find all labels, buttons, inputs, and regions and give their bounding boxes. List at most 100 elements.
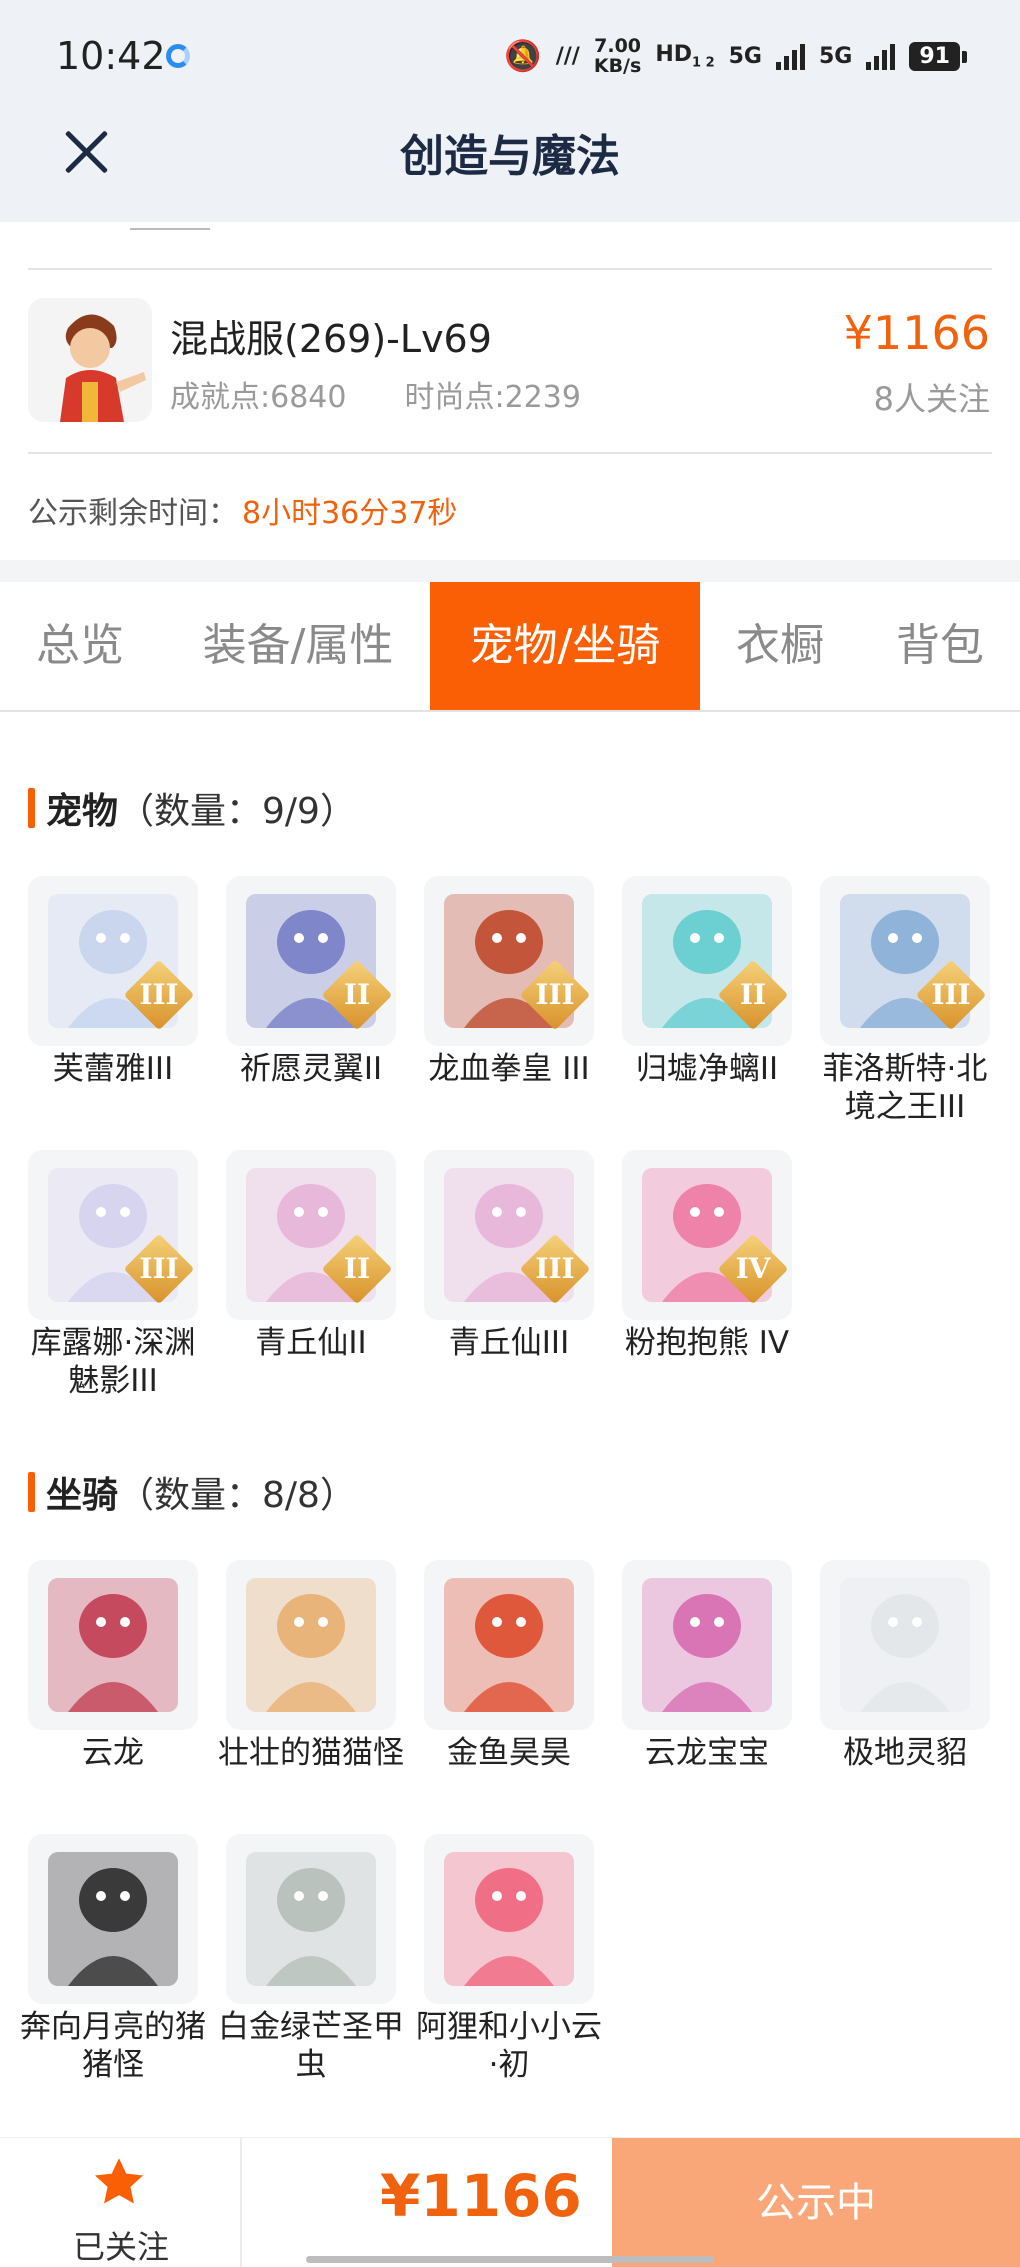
pet-name: 归墟净螭II	[635, 1051, 779, 1087]
mount-item[interactable]: 云龙宝宝	[622, 1560, 792, 1772]
pet-name: 芙蕾雅III	[52, 1051, 174, 1087]
pet-name: 青丘仙II	[255, 1325, 367, 1361]
signal-1: 5G	[729, 44, 762, 69]
mute-bell-icon: 🔕	[504, 38, 542, 74]
pet-item[interactable]: III 菲洛斯特·北境之王III	[820, 876, 990, 1126]
pet-thumbnail: II	[226, 876, 396, 1046]
mount-item[interactable]: 奔向月亮的猪猪怪	[20, 1834, 206, 2084]
status-button[interactable]: 公示中	[612, 2138, 1020, 2267]
mount-item[interactable]: 壮壮的猫猫怪	[218, 1560, 404, 1772]
countdown-label: 公示剩余时间：	[28, 496, 238, 531]
pet-thumbnail: III	[28, 876, 198, 1046]
battery-icon: 91	[909, 41, 967, 71]
net-speed: 7.00 KB/s	[594, 36, 641, 76]
mount-item[interactable]: 云龙	[28, 1560, 198, 1772]
tab-wardrobe[interactable]: 衣橱	[714, 582, 846, 710]
mount-item[interactable]: 极地灵貂	[820, 1560, 990, 1772]
mount-thumbnail	[28, 1560, 198, 1730]
pet-thumbnail: III	[28, 1150, 198, 1320]
pet-item[interactable]: IV 粉抱抱熊 IV	[622, 1150, 792, 1362]
achievement-points: 成就点:6840	[170, 380, 347, 415]
pet-item[interactable]: II 归墟净螭II	[622, 876, 792, 1088]
page-title: 创造与魔法	[400, 131, 620, 182]
countdown-value: 8小时36分37秒	[242, 496, 458, 531]
mounts-section-title: 坐骑（数量：8/8）	[28, 1466, 356, 1518]
sync-icon	[166, 44, 190, 68]
mount-thumbnail	[622, 1560, 792, 1730]
mount-name: 极地灵貂	[843, 1735, 967, 1771]
followers-count: 8人关注	[873, 380, 990, 418]
rank-label: III	[535, 1252, 575, 1285]
mount-item[interactable]: 金鱼昊昊	[424, 1560, 594, 1772]
hd-label: HD	[655, 41, 692, 67]
pet-thumbnail: III	[424, 1150, 594, 1320]
mount-item[interactable]: 白金绿芒圣甲虫	[218, 1834, 404, 2084]
status-bar: 10:42 🔕 /// 7.00 KB/s HD1 2 5G 5G 91	[0, 0, 1020, 110]
rank-label: II	[343, 978, 371, 1011]
rank-label: III	[139, 1252, 179, 1285]
pets-section-title: 宠物（数量：9/9）	[28, 782, 356, 834]
follow-button[interactable]: 已关注	[0, 2138, 242, 2267]
pet-name: 祈愿灵翼II	[239, 1051, 383, 1087]
mount-thumbnail	[226, 1560, 396, 1730]
rank-label: II	[343, 1252, 371, 1285]
signal-bars-icon	[866, 42, 896, 70]
pets-title: 宠物	[46, 791, 119, 832]
nav-bar: 创造与魔法	[0, 110, 1020, 222]
tab-overview[interactable]: 总览	[0, 582, 160, 710]
mount-thumbnail	[424, 1834, 594, 2004]
pet-thumbnail: III	[820, 876, 990, 1046]
scroll-edge	[130, 222, 210, 230]
pet-name: 库露娜·深渊魅影III	[30, 1325, 196, 1399]
mount-name: 白金绿芒圣甲虫	[218, 2009, 404, 2083]
mounts-title: 坐骑	[46, 1475, 119, 1516]
follow-label: 已关注	[72, 2228, 169, 2266]
nfc-icon: ///	[555, 43, 580, 69]
bottom-bar: 已关注 ¥1166 公示中	[0, 2137, 1020, 2267]
mount-thumbnail	[820, 1560, 990, 1730]
mount-thumbnail	[226, 1834, 396, 2004]
rank-label: IV	[735, 1252, 771, 1285]
pet-thumbnail: III	[424, 876, 594, 1046]
listing-card: 混战服(269)-Lv69 成就点:6840 时尚点:2239 ¥1166 8人…	[0, 222, 1020, 560]
listing-stats: 成就点:6840 时尚点:2239	[170, 372, 581, 416]
pet-thumbnail: IV	[622, 1150, 792, 1320]
mount-thumbnail	[424, 1560, 594, 1730]
pet-item[interactable]: III 芙蕾雅III	[28, 876, 198, 1088]
mount-name: 阿狸和小小云·初	[416, 2009, 602, 2083]
pet-item[interactable]: III 青丘仙III	[424, 1150, 594, 1362]
status-time: 10:42	[56, 34, 166, 78]
pets-count: （数量：9/9）	[118, 791, 356, 832]
net-speed-unit: KB/s	[593, 55, 642, 77]
mount-name: 金鱼昊昊	[447, 1735, 571, 1771]
countdown: 公示剩余时间： 8小时36分37秒	[28, 488, 457, 532]
tab-bar: 总览 装备/属性 宠物/坐骑 衣橱 背包	[0, 582, 1020, 712]
mounts-count: （数量：8/8）	[118, 1475, 356, 1516]
status-icons: 🔕 /// 7.00 KB/s HD1 2 5G 5G 91	[504, 36, 967, 76]
pet-item[interactable]: II 青丘仙II	[226, 1150, 396, 1362]
divider	[28, 268, 992, 270]
hd-sub: 1 2	[692, 55, 715, 71]
tab-pets-mounts[interactable]: 宠物/坐骑	[430, 582, 700, 710]
pet-item[interactable]: III 龙血拳皇 III	[424, 876, 594, 1088]
listing-price: ¥1166	[843, 306, 990, 360]
pet-name: 龙血拳皇 III	[428, 1051, 590, 1087]
rank-label: III	[535, 978, 575, 1011]
section-gap	[0, 560, 1020, 582]
server-level: 混战服(269)-Lv69	[170, 317, 492, 361]
tab-backpack[interactable]: 背包	[870, 582, 1010, 710]
mount-item[interactable]: 阿狸和小小云·初	[416, 1834, 602, 2084]
rank-label: II	[739, 978, 767, 1011]
pet-thumbnail: II	[622, 876, 792, 1046]
home-indicator	[306, 2256, 714, 2263]
mount-name: 奔向月亮的猪猪怪	[20, 2009, 206, 2083]
signal-bars-icon	[776, 42, 805, 70]
tab-equipment[interactable]: 装备/属性	[178, 582, 418, 710]
net-speed-value: 7.00	[594, 35, 642, 57]
fashion-points: 时尚点:2239	[404, 380, 581, 415]
pet-name: 青丘仙III	[448, 1325, 570, 1361]
pet-item[interactable]: II 祈愿灵翼II	[226, 876, 396, 1088]
signal-2: 5G	[819, 44, 852, 69]
bottom-price: ¥1166	[380, 2162, 582, 2230]
pet-item[interactable]: III 库露娜·深渊魅影III	[28, 1150, 198, 1400]
